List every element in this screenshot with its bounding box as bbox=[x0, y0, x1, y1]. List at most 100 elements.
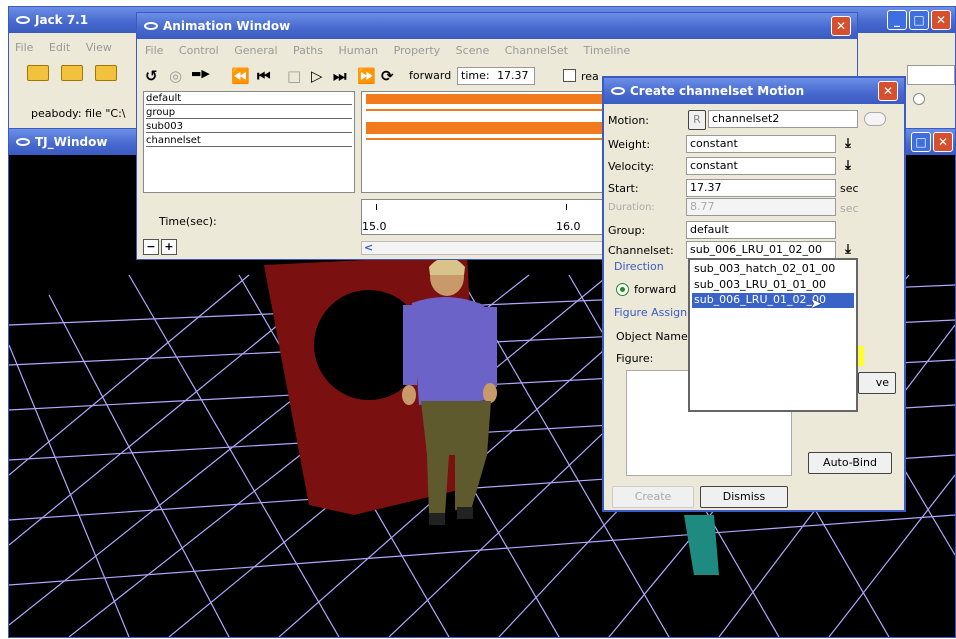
reset-icon[interactable]: ↺ bbox=[145, 67, 158, 85]
channelset-dropdown-list[interactable]: sub_003_hatch_02_01_00 sub_003_LRU_01_01… bbox=[688, 258, 858, 412]
animation-menubar: File Control General Paths Human Propert… bbox=[145, 44, 642, 57]
new-folder-icon[interactable] bbox=[61, 65, 83, 81]
channelset-option[interactable]: sub_003_LRU_01_01_00 bbox=[692, 278, 854, 293]
track-row[interactable]: sub003 bbox=[146, 121, 352, 133]
jack-right-toolbar-field bbox=[907, 65, 955, 85]
track-row[interactable]: default bbox=[146, 93, 352, 105]
loop-icon[interactable]: ⟳ bbox=[381, 67, 394, 85]
velocity-field[interactable]: constant bbox=[686, 157, 836, 175]
scroll-left-button[interactable]: < bbox=[364, 241, 373, 254]
dismiss-button[interactable]: Dismiss bbox=[700, 486, 788, 508]
forward-radio[interactable] bbox=[616, 283, 629, 296]
rewind-icon[interactable]: ⏪ bbox=[231, 67, 250, 85]
motion-picker-icon[interactable] bbox=[864, 112, 886, 126]
motion-label: Motion: bbox=[608, 114, 649, 127]
jack-menubar: File Edit View bbox=[15, 41, 124, 54]
track-row[interactable]: group bbox=[146, 107, 352, 119]
forward-radio-dot bbox=[620, 287, 625, 292]
anim-menu-file[interactable]: File bbox=[145, 44, 163, 57]
animation-close-button[interactable]: ✕ bbox=[831, 16, 851, 36]
animation-titlebar[interactable]: Animation Window bbox=[137, 13, 857, 39]
zoom-in-button[interactable]: + bbox=[161, 239, 177, 255]
anim-menu-human[interactable]: Human bbox=[338, 44, 378, 57]
globe-icon[interactable]: ◎ bbox=[169, 67, 182, 85]
channelset-option[interactable]: sub_003_hatch_02_01_00 bbox=[692, 262, 854, 277]
start-field[interactable]: 17.37 bbox=[686, 179, 836, 197]
anim-menu-property[interactable]: Property bbox=[394, 44, 441, 57]
jack-app-icon bbox=[16, 16, 30, 24]
jack-right-radio[interactable] bbox=[913, 93, 925, 105]
motion-name-field[interactable]: channelset2 bbox=[708, 110, 858, 128]
play-icon[interactable]: ▷ bbox=[311, 67, 323, 85]
start-unit: sec bbox=[840, 182, 859, 195]
weight-field[interactable]: constant bbox=[686, 135, 836, 153]
tick-label-16: 16.0 bbox=[556, 220, 581, 233]
anim-menu-control[interactable]: Control bbox=[179, 44, 219, 57]
tj-close-button[interactable]: ✕ bbox=[933, 132, 953, 152]
duration-unit: sec bbox=[840, 202, 859, 215]
step-back-icon[interactable]: ⏮ bbox=[257, 67, 271, 85]
weight-label: Weight: bbox=[608, 138, 651, 151]
velocity-download-icon[interactable]: ⤓ bbox=[840, 158, 856, 174]
real-time-checkbox[interactable] bbox=[563, 69, 576, 82]
forward-radio-label: forward bbox=[634, 283, 677, 296]
time-axis-label: Time(sec): bbox=[159, 215, 217, 228]
open-folder-icon[interactable] bbox=[27, 65, 49, 81]
track-bar-channelset[interactable] bbox=[366, 138, 606, 140]
duration-label: Duration: bbox=[608, 202, 655, 213]
jack-minimize-button[interactable]: _ bbox=[887, 10, 907, 30]
channelset-option-selected[interactable]: sub_006_LRU_01_02_00 bbox=[692, 293, 854, 308]
real-time-label: rea bbox=[581, 70, 599, 83]
dialog-title: Create channelset Motion bbox=[630, 84, 805, 98]
track-bar-sub003[interactable] bbox=[366, 122, 606, 134]
velocity-label: Velocity: bbox=[608, 160, 655, 173]
time-value: 17.37 bbox=[497, 69, 529, 82]
tj-app-icon bbox=[16, 138, 30, 146]
jack-menu-view[interactable]: View bbox=[86, 41, 112, 54]
stop-icon[interactable]: □ bbox=[287, 67, 301, 85]
jack-title: Jack 7.1 bbox=[35, 13, 89, 27]
anim-menu-channelset[interactable]: ChannelSet bbox=[505, 44, 568, 57]
dialog-close-button[interactable]: ✕ bbox=[878, 81, 898, 101]
group-field[interactable]: default bbox=[686, 221, 836, 239]
track-bar-default[interactable] bbox=[366, 94, 606, 104]
track-row[interactable]: channelset bbox=[146, 135, 352, 147]
direction-text[interactable]: forward bbox=[409, 69, 451, 82]
jack-maximize-button[interactable]: □ bbox=[909, 10, 929, 30]
zoom-out-button[interactable]: − bbox=[143, 239, 159, 255]
jack-status-text: peabody: file "C:\ bbox=[31, 107, 126, 120]
channelset-field[interactable]: sub_006_LRU_01_02_00 bbox=[686, 241, 836, 259]
dialog-app-icon bbox=[611, 87, 625, 95]
jack-close-button[interactable]: ✕ bbox=[931, 10, 951, 30]
track-bar-group[interactable] bbox=[366, 109, 606, 111]
figure-label: Figure: bbox=[616, 352, 654, 365]
direction-group-label: Direction bbox=[614, 260, 664, 273]
animation-title: Animation Window bbox=[163, 19, 291, 33]
figure-assign-label: Figure Assign bbox=[614, 306, 688, 319]
auto-bind-button[interactable]: Auto-Bind bbox=[808, 452, 892, 474]
animation-app-icon bbox=[144, 22, 158, 30]
time-label: time: bbox=[461, 69, 490, 82]
step-forward-icon[interactable]: ⏭ bbox=[333, 67, 347, 85]
weight-download-icon[interactable]: ⤓ bbox=[840, 136, 856, 152]
motion-rename-button[interactable]: R bbox=[688, 110, 706, 130]
timeline-scrollbar[interactable]: < bbox=[361, 241, 607, 255]
anim-menu-timeline[interactable]: Timeline bbox=[583, 44, 630, 57]
fast-forward-icon[interactable]: ⏩ bbox=[357, 67, 376, 85]
anim-menu-scene[interactable]: Scene bbox=[456, 44, 490, 57]
anim-menu-general[interactable]: General bbox=[234, 44, 277, 57]
jack-menu-file[interactable]: File bbox=[15, 41, 33, 54]
time-field[interactable]: time: 17.37 bbox=[457, 67, 535, 85]
anim-menu-paths[interactable]: Paths bbox=[293, 44, 323, 57]
camera-icon[interactable]: ▬▶ bbox=[191, 67, 210, 80]
mouse-cursor-icon: ➤ bbox=[810, 296, 822, 312]
dialog-titlebar[interactable]: Create channelset Motion bbox=[604, 78, 904, 104]
track-list: default group sub003 channelset bbox=[143, 91, 355, 193]
tick-mark bbox=[376, 204, 377, 210]
save-icon[interactable] bbox=[95, 65, 117, 81]
channelset-dropdown-icon[interactable]: ⤓ bbox=[840, 242, 856, 258]
tj-maximize-button[interactable]: □ bbox=[911, 132, 931, 152]
remove-button[interactable]: ve bbox=[858, 372, 896, 394]
timeline-area[interactable] bbox=[361, 91, 607, 193]
jack-menu-edit[interactable]: Edit bbox=[49, 41, 70, 54]
